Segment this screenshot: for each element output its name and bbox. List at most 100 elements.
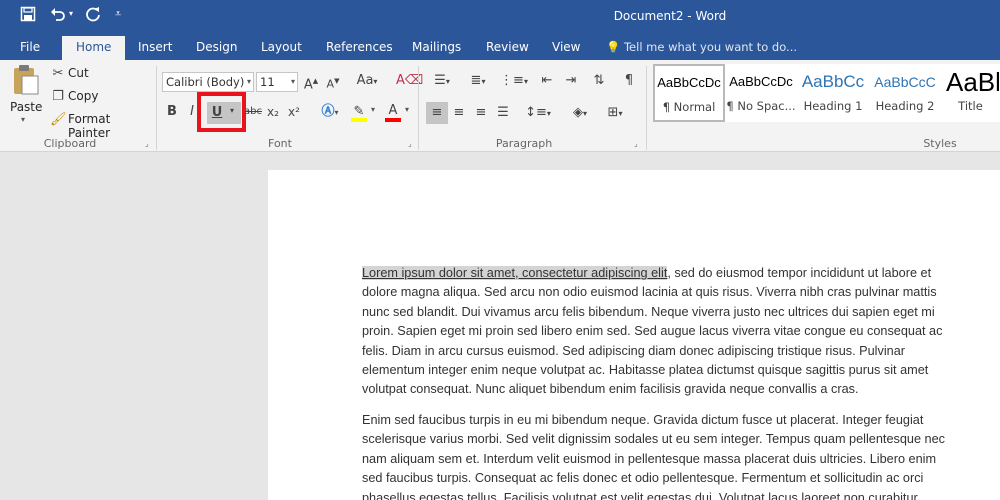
clear-formatting-icon[interactable]: A⌫	[396, 72, 423, 90]
font-size-box[interactable]: 11 ▾	[256, 72, 298, 92]
tell-me-box[interactable]: 💡 Tell me what you want to do...	[606, 39, 797, 55]
sort-icon[interactable]: ⇅	[590, 72, 608, 90]
font-color-button[interactable]: A ▾	[384, 103, 412, 125]
font-name-value: Calibri (Body)	[166, 75, 245, 89]
increase-indent-icon[interactable]: ⇥	[562, 72, 580, 90]
borders-icon[interactable]: ⊞▾	[600, 104, 630, 123]
shrink-font-icon[interactable]: A▼	[324, 72, 342, 94]
separator	[418, 66, 419, 150]
clipboard-launcher-icon[interactable]: ⌟	[145, 139, 149, 148]
font-launcher-icon[interactable]: ⌟	[408, 139, 412, 148]
lightbulb-icon: 💡	[606, 40, 621, 54]
undo-icon[interactable]	[50, 6, 66, 26]
style-name: ¶ Normal	[662, 100, 716, 114]
tell-me-text: Tell me what you want to do...	[623, 40, 798, 54]
subscript-button[interactable]: x₂	[264, 103, 282, 121]
redo-icon[interactable]	[84, 6, 102, 26]
highlight-callout-box	[197, 92, 246, 132]
style-preview: AaBbCcDc	[657, 75, 721, 90]
undo-dropdown-icon[interactable]: ▾	[69, 9, 73, 18]
paragraph-1-text: , sed do eiusmod tempor incididunt ut la…	[362, 266, 943, 397]
align-right-icon[interactable]: ≡	[472, 104, 490, 122]
document-page[interactable]: Lorem ipsum dolor sit amet, consectetur …	[268, 170, 1000, 500]
tab-mailings[interactable]: Mailings	[412, 39, 461, 55]
superscript-button[interactable]: x²	[285, 103, 303, 121]
styles-group-label: Styles	[923, 137, 957, 150]
line-spacing-icon[interactable]: ↕≡▾	[524, 104, 552, 123]
bold-button[interactable]: B	[164, 103, 180, 121]
tab-layout[interactable]: Layout	[261, 39, 302, 55]
style-preview: AaBb	[946, 67, 999, 97]
tab-home[interactable]: Home	[62, 36, 126, 60]
pilcrow-icon[interactable]: ¶	[620, 72, 638, 90]
style-title[interactable]: AaBb Title	[941, 64, 1000, 122]
style-name: ¶ No Spac...	[726, 99, 796, 113]
paragraph-group-label: Paragraph	[495, 137, 553, 150]
tab-view[interactable]: View	[552, 39, 580, 55]
clipboard-group-label: Clipboard	[43, 137, 97, 150]
save-icon[interactable]	[19, 6, 37, 26]
paste-dropdown-icon: ▾	[21, 115, 26, 124]
style-name: Title	[958, 99, 983, 113]
ribbon-tabs: File Home Insert Design Layout Reference…	[0, 34, 1000, 60]
paragraph-1[interactable]: Lorem ipsum dolor sit amet, consectetur …	[362, 264, 982, 400]
copy-button[interactable]: ❐ Copy	[50, 88, 150, 106]
align-left-button[interactable]: ≡	[426, 102, 448, 124]
align-center-icon[interactable]: ≡	[450, 104, 468, 122]
paragraph-2[interactable]: Enim sed faucibus turpis in eu mi bibend…	[362, 411, 982, 500]
strikethrough-button[interactable]: abc	[243, 103, 263, 121]
chevron-down-icon: ▾	[371, 105, 376, 114]
paragraph-launcher-icon[interactable]: ⌟	[634, 139, 638, 148]
style-normal[interactable]: AaBbCcDc ¶ Normal	[653, 64, 725, 122]
style-heading-1[interactable]: AaBbCc Heading 1	[797, 64, 869, 122]
numbering-icon[interactable]: ≣▾	[464, 72, 492, 91]
shading-icon[interactable]: ◈▾	[566, 104, 594, 123]
justify-icon[interactable]: ☰	[494, 104, 512, 122]
style-no-spacing[interactable]: AaBbCcDc ¶ No Spac...	[725, 64, 797, 122]
style-preview: AaBbCc	[801, 72, 865, 91]
highlight-button[interactable]: ✎ ▾	[350, 103, 378, 125]
copy-label: Copy	[68, 89, 99, 103]
title-bar: ▾ ⩡ Document2 - Word	[0, 0, 1000, 34]
cut-button[interactable]: ✂ Cut	[50, 65, 150, 83]
style-name: Heading 1	[803, 99, 863, 113]
chevron-down-icon: ▾	[290, 77, 295, 86]
paste-label: Paste	[10, 100, 43, 114]
change-case-icon[interactable]: Aa▾	[352, 72, 382, 91]
font-size-value: 11	[260, 75, 275, 89]
paintbrush-icon: 🖌	[50, 112, 67, 127]
tab-design[interactable]: Design	[196, 39, 237, 55]
font-group-label: Font	[268, 137, 292, 150]
format-painter-label: Format Painter	[68, 112, 111, 140]
align-left-icon: ≡	[431, 105, 443, 120]
cut-label: Cut	[68, 66, 89, 80]
copy-icon: ❐	[52, 89, 64, 104]
tab-insert[interactable]: Insert	[138, 39, 172, 55]
window-title: Document2 - Word	[613, 9, 727, 23]
chevron-down-icon: ▾	[246, 77, 251, 86]
font-name-box[interactable]: Calibri (Body) ▾	[162, 72, 254, 92]
selected-text[interactable]: Lorem ipsum dolor sit amet, consectetur …	[362, 266, 668, 280]
format-painter-button[interactable]: 🖌 Format Painter	[50, 111, 150, 140]
style-preview: AaBbCcC	[874, 74, 936, 90]
multilevel-list-icon[interactable]: ⋮≡▾	[500, 72, 528, 91]
customize-qat-icon[interactable]: ⩡	[115, 7, 121, 21]
font-color-bar	[385, 118, 401, 122]
separator	[646, 66, 647, 150]
paste-button[interactable]: Paste ▾	[8, 64, 44, 130]
style-preview: AaBbCcDc	[729, 74, 793, 89]
text-effects-icon[interactable]: Ⓐ▾	[316, 103, 344, 122]
decrease-indent-icon[interactable]: ⇤	[538, 72, 556, 90]
tab-review[interactable]: Review	[486, 39, 529, 55]
scissors-icon: ✂	[52, 66, 64, 81]
bullets-icon[interactable]: ☰▾	[428, 72, 456, 91]
highlight-color-bar	[351, 118, 367, 122]
tab-references[interactable]: References	[326, 39, 393, 55]
tab-file[interactable]: File	[20, 39, 40, 55]
style-name: Heading 2	[875, 99, 935, 113]
grow-font-icon[interactable]: A▲	[302, 72, 320, 94]
paste-icon	[14, 65, 39, 95]
style-heading-2[interactable]: AaBbCcC Heading 2	[869, 64, 941, 122]
separator	[156, 66, 157, 150]
chevron-down-icon: ▾	[405, 105, 410, 114]
